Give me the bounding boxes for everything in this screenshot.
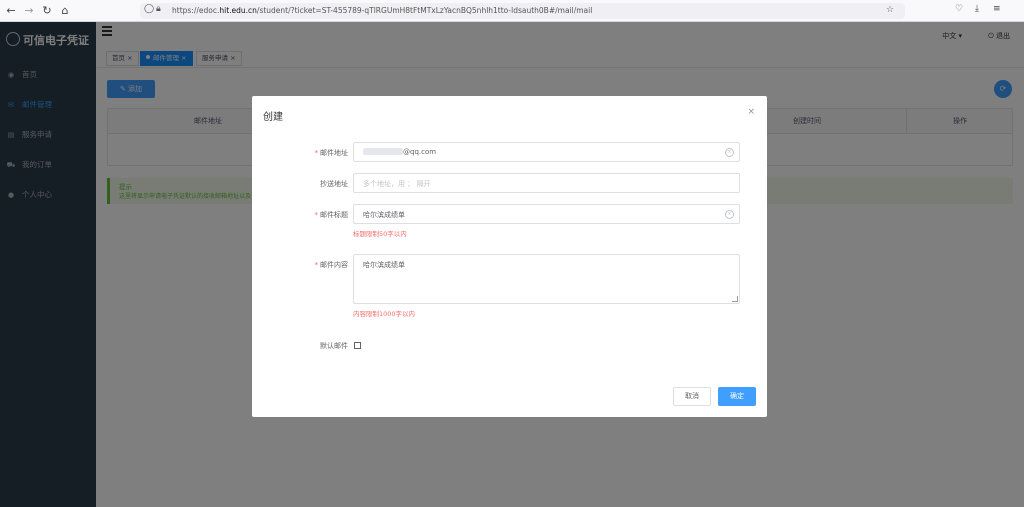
cc-field[interactable]: 多个地址，用 ； 隔开 <box>353 173 740 193</box>
dialog-title: 创建 <box>263 112 283 123</box>
default-label: 默认邮件 <box>320 342 348 350</box>
cancel-button[interactable]: 取消 <box>673 387 711 406</box>
url-text: https://edoc.hit.edu.cn/student/?ticket=… <box>172 6 593 15</box>
clear-icon[interactable]: × <box>725 210 734 219</box>
email-label: * 邮件地址 <box>314 149 349 157</box>
resize-handle-icon[interactable] <box>732 296 738 302</box>
pocket-icon[interactable]: ♡ <box>955 4 963 14</box>
cc-label: 抄送地址 <box>320 180 348 188</box>
subject-label: * 邮件标题 <box>314 211 349 219</box>
back-icon[interactable]: ← <box>4 4 18 18</box>
download-icon[interactable]: ⤓ <box>975 4 979 14</box>
content-label: * 邮件内容 <box>314 261 349 269</box>
reload-icon[interactable]: ↻ <box>40 4 54 18</box>
default-checkbox[interactable] <box>354 342 361 349</box>
create-dialog: 创建 × * 邮件地址 @qq.com × 抄送地址 多个地址，用 ； 隔开 * 邮… <box>252 96 767 417</box>
browser-toolbar: ← → ↻ ⌂ ◯ 🔒︎ https://edoc.hit.edu.cn/stu… <box>0 0 1024 22</box>
home-icon[interactable]: ⌂ <box>58 4 72 18</box>
subject-field[interactable]: 哈尔滨成绩单 × <box>353 204 740 224</box>
content-value: 哈尔滨成绩单 <box>363 261 405 269</box>
address-bar[interactable]: ◯ 🔒︎ https://edoc.hit.edu.cn/student/?ti… <box>140 3 905 19</box>
lock-icon: 🔒︎ <box>156 4 161 14</box>
content-textarea[interactable]: 哈尔滨成绩单 <box>353 254 740 304</box>
redacted-text <box>363 148 403 155</box>
close-icon[interactable]: × <box>747 107 755 117</box>
forward-icon[interactable]: → <box>22 4 36 18</box>
cc-placeholder: 多个地址，用 ； 隔开 <box>363 180 431 188</box>
bookmark-star-icon[interactable]: ☆ <box>886 5 894 15</box>
menu-icon[interactable]: ≡ <box>993 4 1001 14</box>
email-field[interactable]: @qq.com × <box>353 142 740 162</box>
confirm-button[interactable]: 确定 <box>718 387 756 406</box>
content-hint: 内容限制1000字以内 <box>353 310 416 318</box>
subject-value: 哈尔滨成绩单 <box>363 211 405 219</box>
shield-icon: ◯ <box>144 4 155 14</box>
clear-icon[interactable]: × <box>725 148 734 157</box>
subject-hint: 标题限制50字以内 <box>353 230 407 238</box>
